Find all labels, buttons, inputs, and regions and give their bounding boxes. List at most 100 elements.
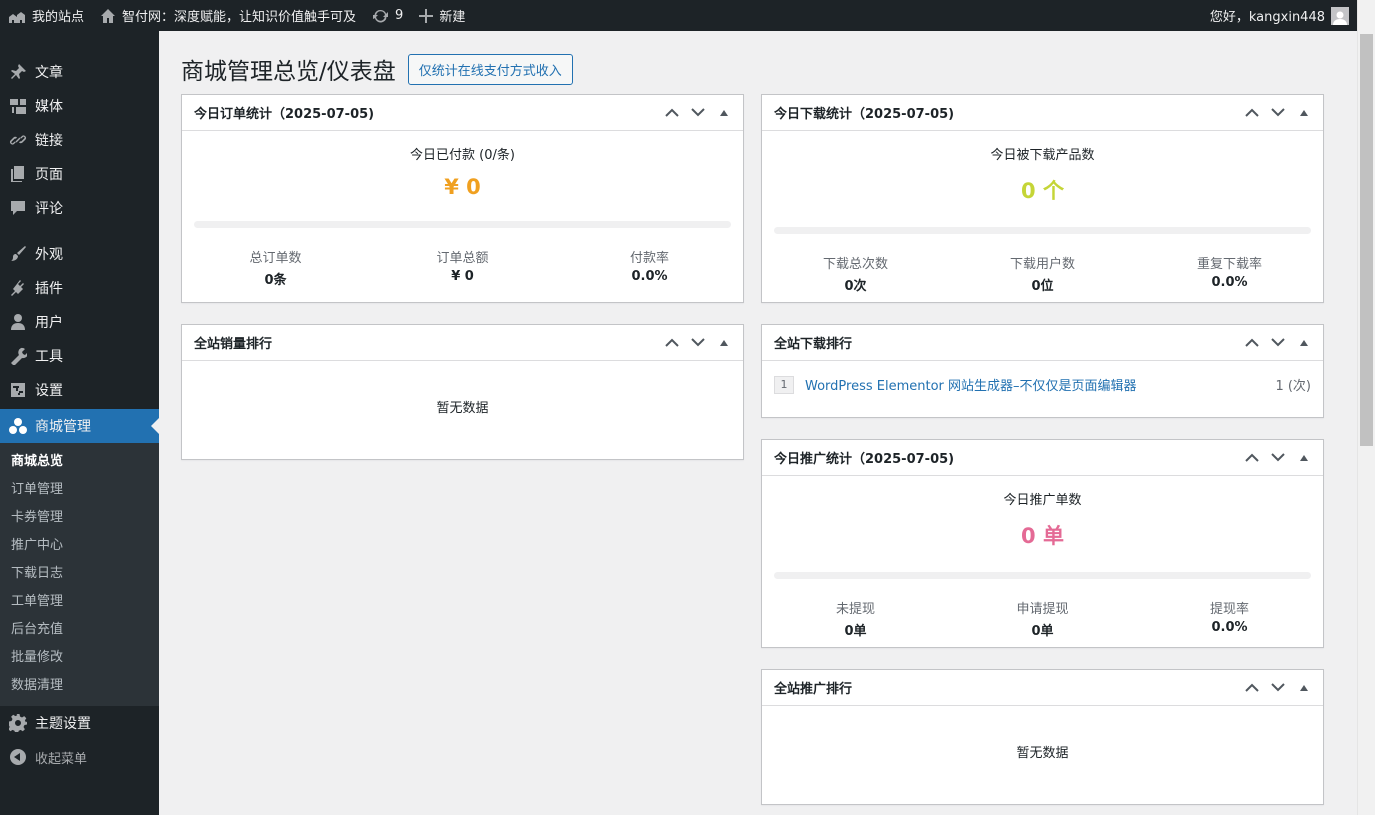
chevron-down-icon: [691, 108, 705, 117]
shop-icon: [8, 416, 28, 436]
triangle-up-icon: [1300, 455, 1308, 461]
avatar: [1331, 6, 1349, 25]
move-down-button[interactable]: [1265, 95, 1291, 131]
menu-theme-settings[interactable]: 主题设置: [0, 706, 159, 740]
move-down-button[interactable]: [1265, 670, 1291, 706]
menu-media[interactable]: 媒体: [0, 89, 159, 123]
menu-comments-label: 评论: [35, 201, 63, 217]
site-home-link[interactable]: 智付网：深度赋能，让知识价值触手可及: [92, 0, 364, 31]
menu-appearance[interactable]: 外观: [0, 237, 159, 271]
downloads-today-count: 0 个: [1021, 179, 1064, 203]
move-down-button[interactable]: [685, 95, 711, 131]
move-up-button[interactable]: [1239, 440, 1265, 476]
menu-settings[interactable]: 设置: [0, 373, 159, 407]
comment-icon: [8, 198, 28, 218]
promo-today-label: 今日推广单数: [1003, 493, 1082, 508]
toggle-panel-button[interactable]: [1291, 440, 1317, 476]
move-down-button[interactable]: [1265, 325, 1291, 361]
scrollbar-thumb[interactable]: [1360, 34, 1373, 446]
page-scrollbar[interactable]: [1357, 0, 1375, 815]
promo-panel-title: 今日推广统计（2025-07-05): [774, 452, 955, 467]
menu-pages-label: 页面: [35, 167, 63, 183]
menu-comments[interactable]: 评论: [0, 191, 159, 225]
stat-value: 0次: [844, 279, 867, 294]
promo-rank-empty: 暂无数据: [1016, 746, 1069, 761]
toggle-panel-button[interactable]: [711, 95, 737, 131]
menu-links-label: 链接: [35, 133, 63, 149]
move-down-button[interactable]: [685, 325, 711, 361]
updates-link[interactable]: 9: [364, 0, 411, 31]
menu-shop[interactable]: 商城管理: [0, 409, 159, 443]
stat-label: 总订单数: [249, 251, 302, 266]
stat-withdraw-requests: 申请提现 0单: [949, 598, 1136, 639]
stat-value: 0.0%: [631, 269, 668, 284]
page-title: 商城管理总览/仪表盘: [181, 59, 396, 85]
downloads-progress-bar: [774, 227, 1311, 234]
panel-controls: [1239, 325, 1323, 361]
move-up-button[interactable]: [1239, 95, 1265, 131]
rank-product-link[interactable]: WordPress Elementor 网站生成器–不仅仅是页面编辑器: [805, 375, 1137, 394]
my-account-link[interactable]: 您好，kangxin448: [1202, 0, 1357, 31]
triangle-up-icon: [1300, 110, 1308, 116]
avatar-icon: [1333, 11, 1347, 25]
collapse-menu-button[interactable]: 收起菜单: [0, 740, 159, 774]
submenu-download-log[interactable]: 下载日志: [0, 560, 159, 588]
chevron-down-icon: [1271, 338, 1285, 347]
stat-value: 0.0%: [1211, 275, 1248, 290]
move-down-button[interactable]: [1265, 440, 1291, 476]
move-up-button[interactable]: [659, 95, 685, 131]
toggle-panel-button[interactable]: [1291, 670, 1317, 706]
move-up-button[interactable]: [659, 325, 685, 361]
submenu-orders[interactable]: 订单管理: [0, 476, 159, 504]
submenu-recharge[interactable]: 后台充值: [0, 616, 159, 644]
stat-label: 提现率: [1209, 602, 1249, 617]
panel-controls: [659, 325, 743, 361]
move-up-button[interactable]: [1239, 670, 1265, 706]
greeting-text: 您好，kangxin448: [1209, 10, 1325, 25]
stat-total-downloads: 下载总次数 0次: [762, 253, 949, 294]
toggle-panel-button[interactable]: [1291, 325, 1317, 361]
link-icon: [8, 130, 28, 150]
rank-count: 1 (次): [1275, 379, 1311, 394]
submenu-tickets[interactable]: 工单管理: [0, 588, 159, 616]
menu-posts[interactable]: 文章: [0, 55, 159, 89]
submenu-overview[interactable]: 商城总览: [0, 448, 159, 476]
toggle-panel-button[interactable]: [711, 325, 737, 361]
move-up-button[interactable]: [1239, 325, 1265, 361]
promo-stats: 未提现 0单 申请提现 0单 提现率 0.0%: [762, 598, 1323, 639]
stat-withdraw-rate: 提现率 0.0%: [1136, 598, 1323, 639]
menu-pages[interactable]: 页面: [0, 157, 159, 191]
menu-links[interactable]: 链接: [0, 123, 159, 157]
downloads-panel-title: 今日下载统计（2025-07-05): [774, 107, 955, 122]
updates-count: 9: [395, 8, 404, 23]
menu-tools[interactable]: 工具: [0, 339, 159, 373]
chevron-down-icon: [1271, 453, 1285, 462]
stat-label: 未提现: [835, 602, 875, 617]
site-name-label: 智付网：深度赋能，让知识价值触手可及: [122, 10, 357, 25]
menu-posts-label: 文章: [35, 65, 63, 81]
panel-controls: [659, 95, 743, 131]
admin-sidebar: 文章 媒体 链接 页面 评论 外观 插件 用户 工具 设置 商城管理 商城总览 …: [0, 31, 159, 815]
stat-value: 0单: [844, 624, 867, 639]
online-payment-filter-button[interactable]: 仅统计在线支付方式收入: [407, 53, 573, 85]
new-content-link[interactable]: 新建: [411, 0, 473, 31]
stat-value: 0.0%: [1211, 620, 1248, 635]
promo-progress-bar: [774, 572, 1311, 579]
my-sites-menu[interactable]: 我的站点: [0, 0, 92, 31]
promo-rank-title: 全站推广排行: [774, 682, 853, 697]
download-rank-panel: 全站下载排行 1 WordPress Elementor 网站生成器–不仅仅是页…: [761, 324, 1324, 418]
submenu-coupons[interactable]: 卡券管理: [0, 504, 159, 532]
stat-value: 0位: [1031, 279, 1054, 294]
stat-total-orders: 总订单数 0条: [182, 247, 369, 288]
menu-plugins[interactable]: 插件: [0, 271, 159, 305]
submenu-batch-edit[interactable]: 批量修改: [0, 644, 159, 672]
chevron-down-icon: [1271, 683, 1285, 692]
toggle-panel-button[interactable]: [1291, 95, 1317, 131]
menu-users[interactable]: 用户: [0, 305, 159, 339]
chevron-up-icon: [1245, 683, 1259, 692]
orders-stats: 总订单数 0条 订单总额 ¥ 0 付款率 0.0%: [182, 247, 743, 288]
admin-bar: 我的站点 智付网：深度赋能，让知识价值触手可及 9 新建 您好，kangxin4…: [0, 0, 1357, 31]
submenu-promotion[interactable]: 推广中心: [0, 532, 159, 560]
submenu-data-clean[interactable]: 数据清理: [0, 672, 159, 700]
sales-rank-empty: 暂无数据: [436, 401, 489, 416]
